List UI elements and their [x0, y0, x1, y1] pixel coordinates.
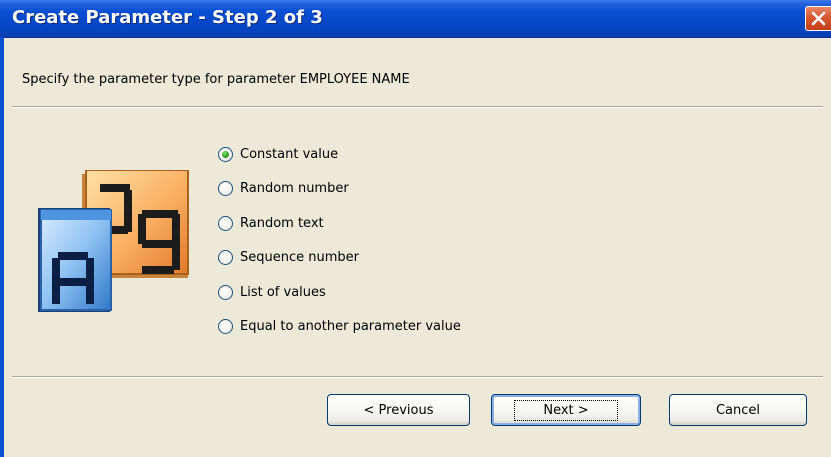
next-button[interactable]: Next > — [491, 394, 641, 426]
option-label: List of values — [240, 284, 326, 300]
option-constant-value[interactable]: Constant value — [218, 143, 518, 165]
option-label: Sequence number — [240, 249, 359, 265]
option-label: Random text — [240, 215, 324, 231]
option-random-text[interactable]: Random text — [218, 212, 518, 234]
radio-random-number[interactable] — [218, 180, 233, 196]
previous-button-label: < Previous — [363, 402, 434, 418]
option-equal-to-another-parameter[interactable]: Equal to another parameter value — [218, 315, 518, 337]
separator-bottom — [12, 376, 823, 378]
radio-list-of-values[interactable] — [218, 284, 233, 300]
option-label: Constant value — [240, 146, 339, 162]
previous-button[interactable]: < Previous — [327, 394, 470, 426]
instruction-text: Specify the parameter type for parameter… — [22, 72, 410, 87]
window-frame-left — [0, 37, 4, 457]
parameter-type-icon — [38, 170, 189, 312]
option-random-number[interactable]: Random number — [218, 177, 518, 199]
next-button-label: Next > — [514, 399, 618, 421]
option-list-of-values[interactable]: List of values — [218, 281, 518, 303]
radio-equal-to-another-parameter[interactable] — [218, 318, 233, 334]
separator-top — [12, 106, 823, 108]
option-sequence-number[interactable]: Sequence number — [218, 246, 518, 268]
option-label: Random number — [240, 180, 349, 196]
radio-sequence-number[interactable] — [218, 249, 233, 265]
radio-random-text[interactable] — [218, 215, 233, 231]
title-bar[interactable]: Create Parameter - Step 2 of 3 — [0, 0, 831, 38]
close-button[interactable] — [805, 6, 831, 31]
radio-constant-value[interactable] — [218, 146, 233, 162]
close-icon — [811, 11, 826, 26]
option-label: Equal to another parameter value — [240, 318, 461, 334]
dialog-title: Create Parameter - Step 2 of 3 — [12, 7, 323, 28]
cancel-button-label: Cancel — [715, 402, 761, 418]
cancel-button[interactable]: Cancel — [669, 394, 807, 426]
